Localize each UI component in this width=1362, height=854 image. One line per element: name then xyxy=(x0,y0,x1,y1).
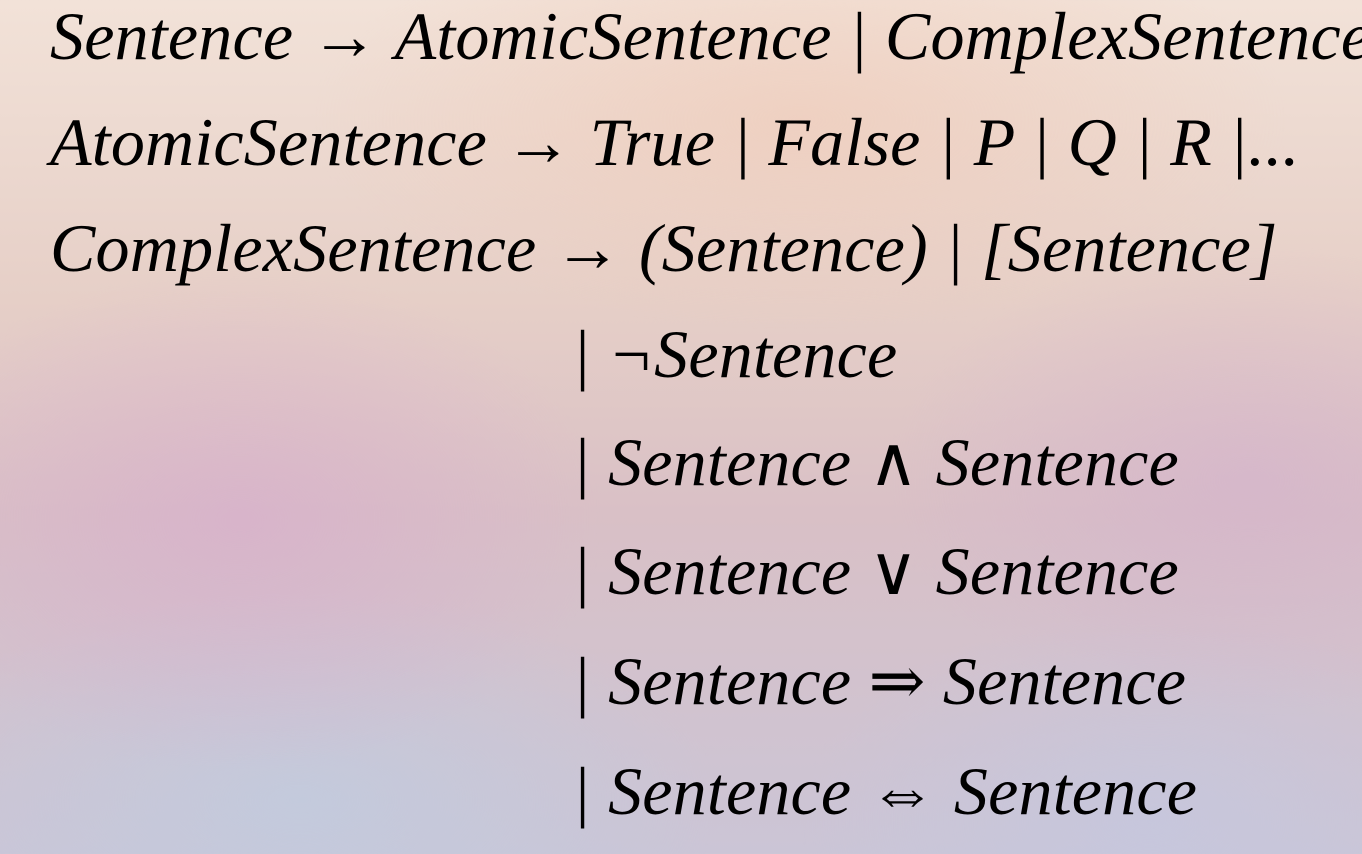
rule-conjunction: | Sentence ∧ Sentence xyxy=(572,424,1179,500)
rule-implication: | Sentence ⇒ Sentence xyxy=(572,643,1187,719)
rule-sentence: Sentence → AtomicSentence | ComplexSente… xyxy=(50,0,1362,74)
rule-complex-sentence: ComplexSentence → (Sentence) | [Sentence… xyxy=(50,210,1278,286)
rule-biconditional: | Sentence ⇔ Sentence xyxy=(572,753,1198,829)
rule-disjunction: | Sentence ∨ Sentence xyxy=(572,533,1179,609)
rule-negation: | ¬Sentence xyxy=(572,316,898,392)
rule-atomic-sentence: AtomicSentence → True | False | P | Q | … xyxy=(50,104,1300,180)
